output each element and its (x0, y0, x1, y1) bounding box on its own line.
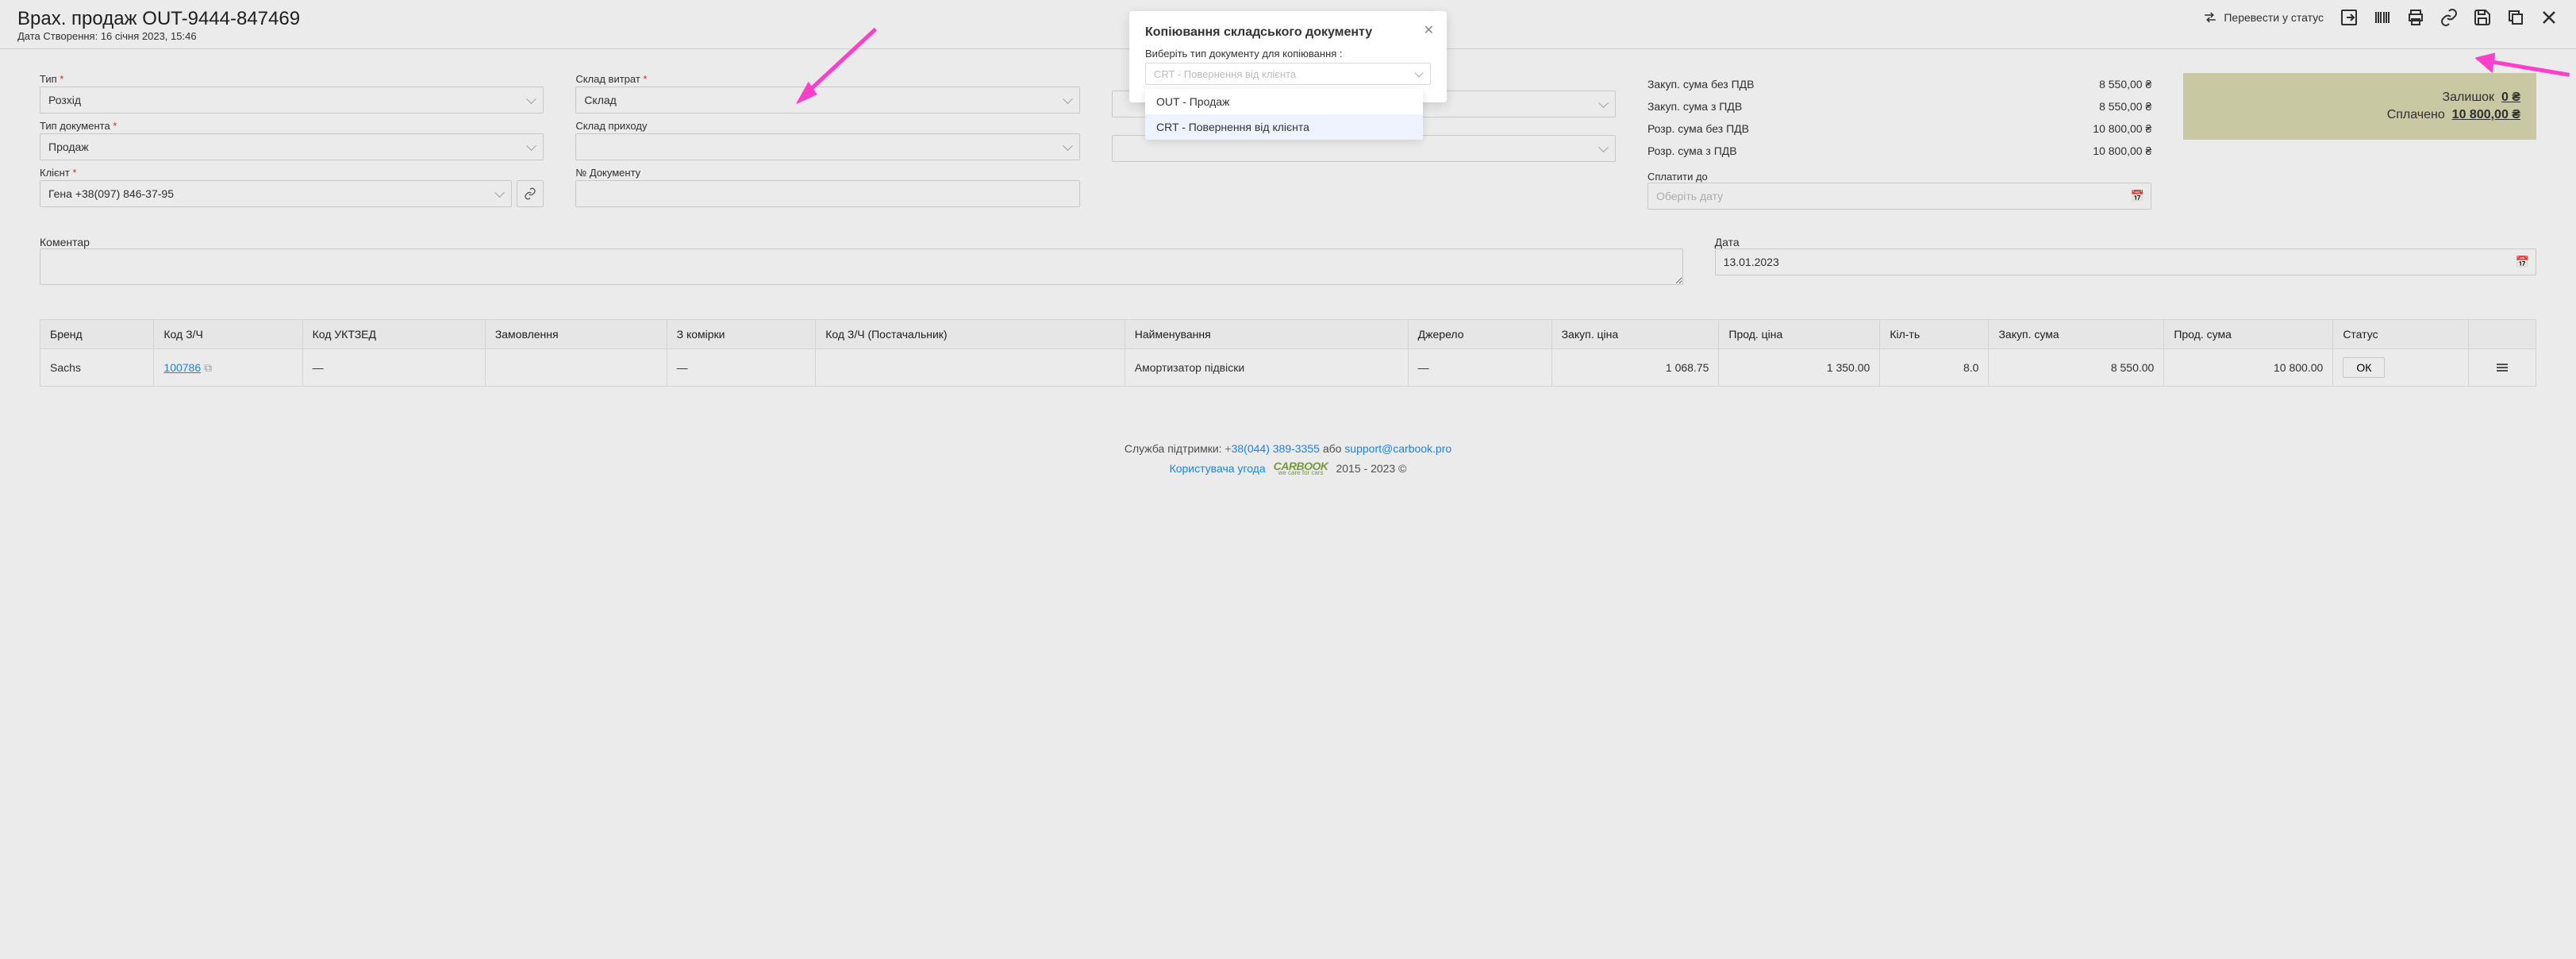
doc-type-copy-select[interactable]: CRT - Повернення від клієнта (1145, 63, 1431, 85)
modal-prompt: Виберіть тип документу для копіювання : (1145, 48, 1431, 60)
modal-title: Копіювання складського документу (1145, 25, 1431, 40)
dropdown-option-out[interactable]: OUT - Продаж (1145, 89, 1423, 114)
dropdown-option-crt[interactable]: CRT - Повернення від клієнта (1145, 114, 1423, 140)
copy-document-modal: ✕ Копіювання складського документу Вибер… (1129, 11, 1447, 102)
modal-backdrop[interactable]: ✕ Копіювання складського документу Вибер… (0, 0, 2576, 959)
doc-type-dropdown: OUT - Продаж CRT - Повернення від клієнт… (1145, 89, 1423, 140)
modal-close-icon[interactable]: ✕ (1424, 22, 1434, 38)
